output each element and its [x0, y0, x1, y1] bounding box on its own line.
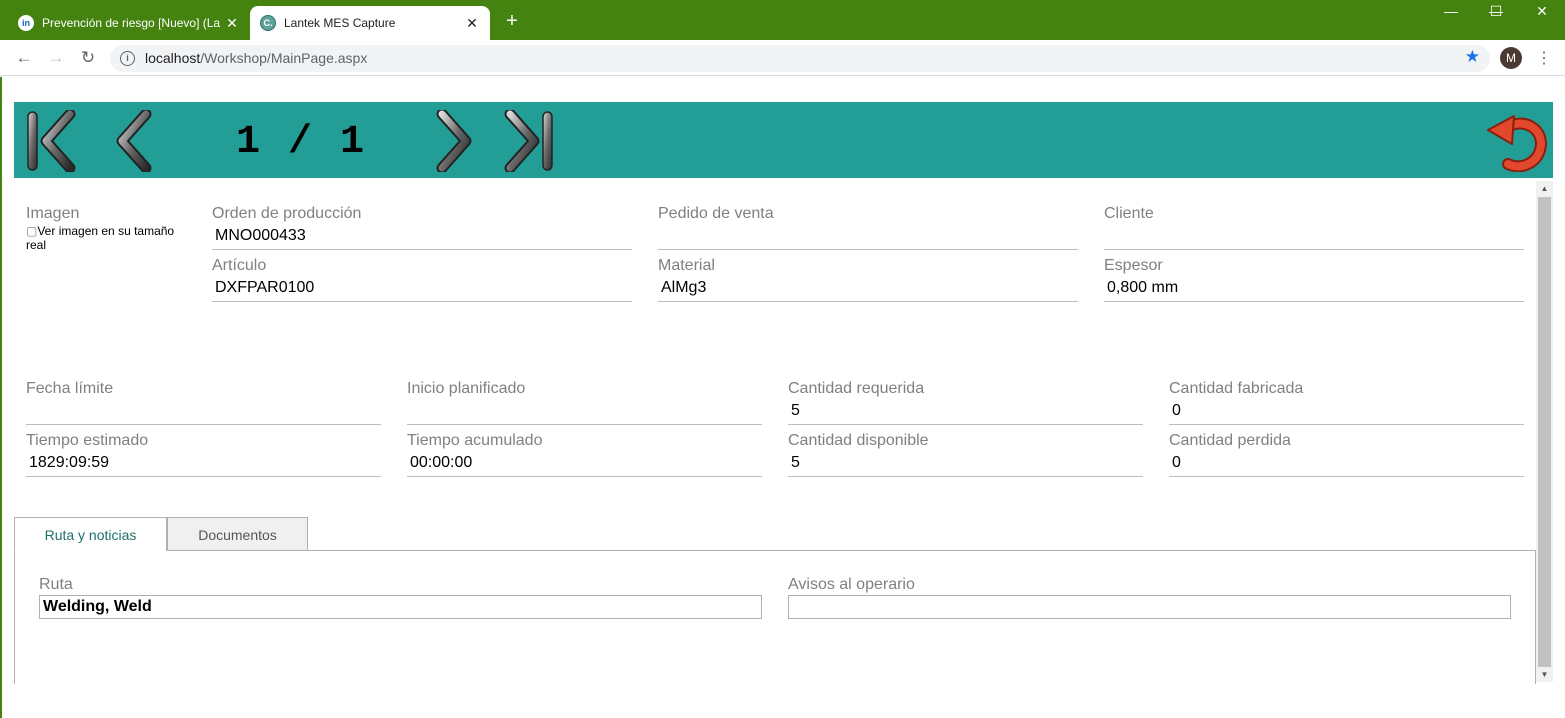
material-value: AlMg3: [658, 276, 1078, 302]
info-icon[interactable]: i: [120, 51, 135, 66]
tab-documentos[interactable]: Documentos: [167, 517, 308, 551]
scroll-down-icon[interactable]: ▼: [1536, 670, 1553, 679]
inicio-planificado-value: [407, 399, 762, 425]
cantidad-disponible-value: 5: [788, 451, 1143, 477]
cantidad-requerida-value: 5: [788, 399, 1143, 425]
image-field: Imagen ▢Ver imagen en su tamaño real: [26, 204, 196, 252]
lantek-favicon-icon: C.: [260, 15, 276, 31]
tab-title: Prevención de riesgo [Nuevo] (La: [42, 16, 221, 30]
tiempo-estimado-value: 1829:09:59: [26, 451, 381, 477]
field-fecha-limite: Fecha límite: [26, 379, 381, 425]
field-espesor: Espesor 0,800 mm: [1104, 256, 1524, 302]
image-label: Imagen: [26, 205, 80, 222]
menu-kebab-icon[interactable]: ⋮: [1536, 48, 1552, 68]
tiempo-estimado-label: Tiempo estimado: [26, 432, 149, 449]
url-field[interactable]: i localhost/Workshop/MainPage.aspx ★: [110, 45, 1490, 72]
inicio-planificado-label: Inicio planificado: [407, 380, 526, 397]
field-pedido-venta: Pedido de venta: [658, 204, 1078, 250]
field-cantidad-requerida: Cantidad requerida 5: [788, 379, 1143, 425]
reload-icon[interactable]: ↻: [78, 48, 98, 68]
back-arrow-icon[interactable]: ←: [14, 48, 34, 68]
cliente-label: Cliente: [1104, 205, 1154, 222]
url-host: localhost: [145, 50, 201, 66]
field-material: Material AlMg3: [658, 256, 1078, 302]
field-tiempo-estimado: Tiempo estimado 1829:09:59: [26, 431, 381, 477]
field-cliente: Cliente: [1104, 204, 1524, 250]
ruta-value: Welding, Weld: [39, 595, 762, 619]
minimize-button-2[interactable]: —: [1436, 3, 1466, 19]
articulo-label: Artículo: [212, 257, 267, 274]
url-path: /Workshop/MainPage.aspx: [200, 50, 368, 66]
pedido-value: [658, 224, 1078, 250]
orden-value: MNO000433: [212, 224, 632, 250]
forward-arrow-icon[interactable]: →: [46, 48, 66, 68]
last-page-icon[interactable]: [500, 110, 558, 172]
field-orden-produccion: Orden de producción MNO000433: [212, 204, 632, 250]
first-page-icon[interactable]: [24, 110, 82, 172]
profile-avatar[interactable]: M: [1500, 47, 1522, 69]
tiempo-acumulado-value: 00:00:00: [407, 451, 762, 477]
avisos-label: Avisos al operario: [788, 576, 915, 593]
cantidad-disponible-label: Cantidad disponible: [788, 432, 929, 449]
scroll-up-icon[interactable]: ▲: [1536, 184, 1553, 193]
tab-ruta-noticias[interactable]: Ruta y noticias: [14, 517, 167, 551]
field-articulo: Artículo DXFPAR0100: [212, 256, 632, 302]
field-avisos: Avisos al operario: [788, 575, 1511, 619]
cantidad-fabricada-label: Cantidad fabricada: [1169, 380, 1304, 397]
cantidad-perdida-label: Cantidad perdida: [1169, 432, 1291, 449]
new-tab-button[interactable]: +: [502, 10, 522, 33]
route-panel: Ruta Welding, Weld Avisos al operario: [14, 550, 1536, 684]
page-indicator: 1 / 1: [236, 120, 367, 165]
close-window-button[interactable]: ✕: [1527, 3, 1557, 20]
browser-tab-lantek[interactable]: C. Lantek MES Capture ✕: [250, 6, 490, 40]
previous-page-icon[interactable]: [110, 110, 160, 172]
field-inicio-planificado: Inicio planificado: [407, 379, 762, 425]
field-cantidad-perdida: Cantidad perdida 0: [1169, 431, 1524, 477]
browser-tab-bar: in Prevención de riesgo [Nuevo] (La ✕ C.…: [0, 0, 1565, 40]
field-cantidad-fabricada: Cantidad fabricada 0: [1169, 379, 1524, 425]
cantidad-fabricada-value: 0: [1169, 399, 1524, 425]
tiempo-acumulado-label: Tiempo acumulado: [407, 432, 543, 449]
browser-tab-prevencion[interactable]: in Prevención de riesgo [Nuevo] (La ✕: [8, 6, 250, 40]
cliente-value: [1104, 224, 1524, 250]
vertical-scrollbar[interactable]: ▲ ▼: [1536, 181, 1553, 682]
tab-title: Lantek MES Capture: [284, 16, 396, 30]
linkedin-favicon-icon: in: [18, 15, 34, 31]
image-alt-text: Ver imagen en su tamaño real: [26, 224, 175, 252]
record-navigation-toolbar: 1 / 1: [14, 102, 1553, 178]
close-icon[interactable]: ✕: [464, 15, 480, 32]
cantidad-requerida-label: Cantidad requerida: [788, 380, 925, 397]
field-ruta: Ruta Welding, Weld: [39, 575, 762, 619]
address-bar: ← → ↻ i localhost/Workshop/MainPage.aspx…: [0, 40, 1565, 76]
bookmark-star-icon[interactable]: ★: [1465, 47, 1480, 67]
close-icon[interactable]: ✕: [224, 15, 240, 32]
cantidad-perdida-value: 0: [1169, 451, 1524, 477]
pedido-label: Pedido de venta: [658, 205, 774, 222]
next-page-icon[interactable]: [430, 110, 480, 172]
espesor-label: Espesor: [1104, 257, 1163, 274]
field-cantidad-disponible: Cantidad disponible 5: [788, 431, 1143, 477]
material-label: Material: [658, 257, 715, 274]
fecha-limite-value: [26, 399, 381, 425]
scrollbar-thumb[interactable]: [1538, 197, 1551, 667]
articulo-value: DXFPAR0100: [212, 276, 632, 302]
fecha-limite-label: Fecha límite: [26, 380, 114, 397]
espesor-value: 0,800 mm: [1104, 276, 1524, 302]
undo-icon[interactable]: [1484, 108, 1548, 172]
maximize-button[interactable]: ☐: [1481, 3, 1511, 20]
part-image-link[interactable]: ▢Ver imagen en su tamaño real: [26, 224, 196, 252]
field-tiempo-acumulado: Tiempo acumulado 00:00:00: [407, 431, 762, 477]
orden-label: Orden de producción: [212, 205, 362, 222]
ruta-label: Ruta: [39, 576, 73, 593]
avisos-value: [788, 595, 1511, 619]
window-border: [0, 77, 2, 718]
